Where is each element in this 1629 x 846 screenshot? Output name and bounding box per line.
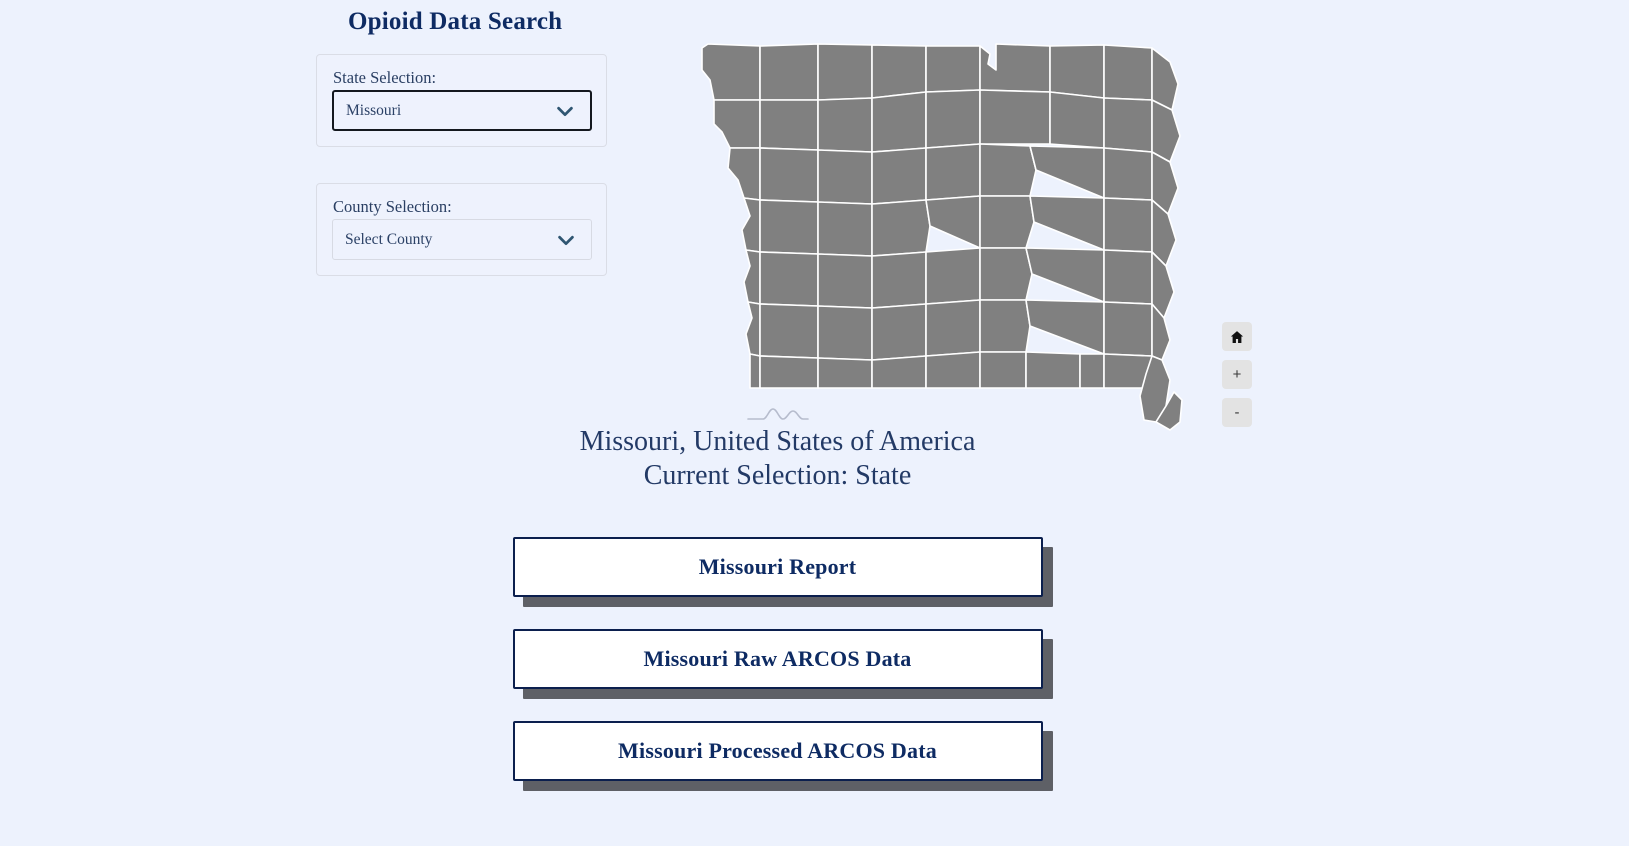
state-selection-panel: State Selection: Missouri	[316, 54, 607, 147]
page-title: Opioid Data Search	[348, 8, 563, 35]
action-row: Missouri Raw ARCOS Data	[512, 629, 1053, 699]
action-buttons: Missouri Report Missouri Raw ARCOS Data …	[0, 537, 1555, 813]
state-selection-label: State Selection:	[333, 68, 437, 87]
state-select[interactable]: Missouri	[332, 90, 592, 131]
map-caption: Missouri, United States of America Curre…	[0, 405, 1555, 493]
decorative-divider-icon	[746, 408, 809, 420]
opioid-data-search-page: Opioid Data Search State Selection: Miss…	[0, 0, 1629, 846]
chevron-down-icon	[555, 229, 577, 251]
home-icon	[1229, 329, 1245, 345]
chevron-down-icon	[554, 100, 576, 122]
caption-selection: Current Selection: State	[643, 460, 912, 491]
state-select-value: Missouri	[346, 101, 402, 119]
missouri-county-map[interactable]	[700, 40, 1200, 435]
missouri-raw-arcos-data-button[interactable]: Missouri Raw ARCOS Data	[512, 629, 1043, 689]
action-row: Missouri Processed ARCOS Data	[512, 721, 1053, 791]
county-select-value: Select County	[345, 230, 433, 248]
caption-region: Missouri, United States of America	[579, 426, 976, 457]
missouri-report-button[interactable]: Missouri Report	[512, 537, 1043, 597]
county-selection-label: County Selection:	[333, 197, 452, 216]
county-select[interactable]: Select County	[332, 219, 592, 260]
map-home-button[interactable]	[1222, 322, 1252, 351]
map-zoom-in-button[interactable]: +	[1222, 360, 1252, 389]
county-selection-panel: County Selection: Select County	[316, 183, 607, 276]
action-row: Missouri Report	[512, 537, 1053, 607]
missouri-processed-arcos-data-button[interactable]: Missouri Processed ARCOS Data	[512, 721, 1043, 781]
